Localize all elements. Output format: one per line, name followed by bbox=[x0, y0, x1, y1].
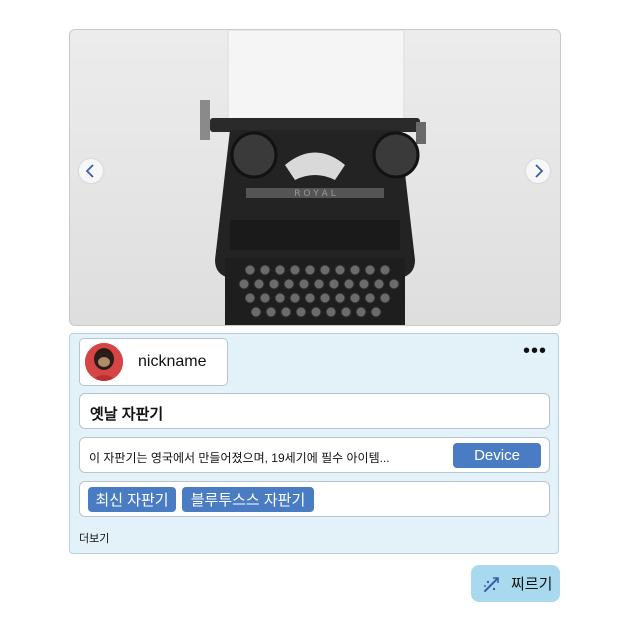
carousel-next-button[interactable] bbox=[526, 159, 550, 183]
title-field: 옛날 자판기 bbox=[79, 393, 550, 429]
author-nickname: nickname bbox=[138, 353, 207, 370]
tags-field: 최신 자판기 블루투스스 자판기 bbox=[79, 481, 550, 517]
carousel-prev-button[interactable] bbox=[79, 159, 103, 183]
more-link[interactable]: 더보기 bbox=[79, 530, 109, 546]
category-button[interactable]: Device bbox=[453, 443, 541, 468]
tag-chip[interactable]: 최신 자판기 bbox=[88, 487, 176, 512]
poke-label: 찌르기 bbox=[511, 576, 553, 593]
poke-button[interactable]: 찌르기 bbox=[471, 565, 560, 602]
avatar bbox=[85, 343, 123, 381]
typewriter-photo: R O Y A L bbox=[200, 30, 426, 325]
more-icon[interactable]: ••• bbox=[523, 341, 547, 361]
author-profile[interactable]: nickname bbox=[79, 338, 228, 386]
poke-icon bbox=[484, 576, 499, 592]
image-carousel: R O Y A L bbox=[69, 29, 561, 326]
post-card: nickname ••• 옛날 자판기 이 자판기는 영국에서 만들어졌으며, … bbox=[69, 333, 559, 554]
chevron-left-icon bbox=[85, 164, 94, 178]
chevron-right-icon bbox=[535, 164, 544, 178]
post-description: 이 자판기는 영국에서 만들어졌으며, 19세기에 필수 아이템... bbox=[89, 451, 390, 465]
post-title: 옛날 자판기 bbox=[90, 406, 164, 423]
svg-text:R O Y A L: R O Y A L bbox=[294, 189, 335, 199]
description-field: 이 자판기는 영국에서 만들어졌으며, 19세기에 필수 아이템... Devi… bbox=[79, 437, 550, 473]
tag-chip[interactable]: 블루투스스 자판기 bbox=[182, 487, 314, 512]
